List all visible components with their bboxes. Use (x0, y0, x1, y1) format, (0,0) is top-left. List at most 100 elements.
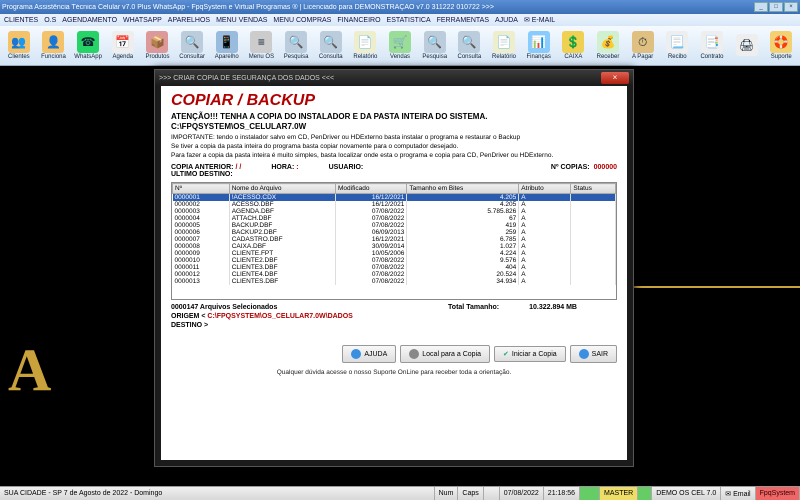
toolbar-button[interactable]: 💲CAIXA (557, 27, 591, 64)
total-size-value: 10.322.894 MB (529, 304, 577, 311)
toolbar-label: Funciona (41, 54, 66, 60)
status-email[interactable]: ✉ Email (721, 487, 755, 500)
maximize-button[interactable]: □ (769, 2, 783, 12)
main-toolbar: 👥Clientes👤Funciona☎WhatsApp📅Agenda📦Produ… (0, 26, 800, 66)
toolbar-button[interactable]: 🔍Pesquisa (418, 27, 452, 64)
file-count: 0000147 Arquivos Selecionados (171, 304, 277, 311)
menu-item[interactable]: O.S (44, 17, 56, 24)
ncopias-value: 000000 (594, 164, 617, 171)
toolbar-button[interactable]: 🖨 (730, 27, 764, 64)
toolbar-button[interactable]: 👥Clientes (2, 27, 36, 64)
minimize-button[interactable]: _ (754, 2, 768, 12)
menu-item[interactable]: FINANCEIRO (337, 17, 380, 24)
toolbar-icon: 👤 (42, 31, 64, 53)
toolbar-label: Contrato (700, 54, 723, 60)
system-path: C:\FPQSYSTEM\OS_CELULAR7.0W (171, 122, 617, 131)
toolbar-button[interactable]: 💰Receber (591, 27, 625, 64)
toolbar-button[interactable]: 📅Agenda (106, 27, 140, 64)
table-row[interactable]: 0000009CLIENTE.FPT10/05/20064.224A (173, 250, 616, 257)
menu-item[interactable]: AJUDA (495, 17, 518, 24)
toolbar-icon: 🖨 (736, 34, 758, 56)
status-time: 21:18:56 (544, 487, 580, 500)
local-copia-button[interactable]: Local para a Copia (400, 345, 490, 363)
toolbar-button[interactable]: 🔍Pesquisa (279, 27, 313, 64)
menu-item[interactable]: ESTATISTICA (387, 17, 431, 24)
destino-label: DESTINO > (171, 322, 208, 329)
toolbar-label: Relatório (492, 54, 516, 60)
toolbar-icon: 💲 (562, 31, 584, 53)
menu-item[interactable]: FERRAMENTAS (437, 17, 489, 24)
dialog-close-button[interactable]: × (601, 72, 629, 84)
toolbar-icon: 🔍 (424, 31, 446, 53)
toolbar-button[interactable]: 🛟Suporte (764, 27, 798, 64)
table-row[interactable]: 0000006BACKUP2.DBF06/09/2013259A (173, 229, 616, 236)
toolbar-button[interactable]: 📑Contrato (695, 27, 729, 64)
exit-icon (579, 349, 589, 359)
table-row[interactable]: 0000012CLIENTE4.DBF07/08/202220.524A (173, 271, 616, 278)
toolbar-icon: 📄 (493, 31, 515, 53)
menu-item[interactable]: MENU VENDAS (216, 17, 267, 24)
table-row[interactable]: 0000008CAIXA.DBF30/09/20141.027A (173, 243, 616, 250)
toolbar-label: Finanças (526, 54, 550, 60)
toolbar-icon: 👥 (8, 31, 30, 53)
toolbar-label: Vendas (390, 54, 410, 60)
toolbar-icon: 📑 (701, 31, 723, 53)
toolbar-label: Aparelho (215, 54, 239, 60)
origem-label: ORIGEM < (171, 313, 205, 320)
file-grid[interactable]: NºNome do ArquivoModificadoTamanho em Bi… (171, 182, 617, 300)
toolbar-label: A Pagar (632, 54, 653, 60)
iniciar-copia-button[interactable]: ✔Iniciar a Copia (494, 346, 566, 362)
toolbar-label: Suporte (771, 54, 792, 60)
workspace: A >>> CRIAR COPIA DE SEGURANÇA DOS DADOS… (0, 66, 800, 486)
ajuda-button[interactable]: AJUDA (342, 345, 396, 363)
toolbar-button[interactable]: ⏱A Pagar (626, 27, 660, 64)
toolbar-label: Consultar (179, 54, 205, 60)
toolbar-label: Relatório (353, 54, 377, 60)
table-row[interactable]: 0000004ATTACH.DBF07/08/202267A (173, 215, 616, 222)
close-button[interactable]: × (784, 2, 798, 12)
toolbar-icon: 📅 (112, 31, 134, 53)
table-row[interactable]: 0000011CLIENTE3.DBF07/08/2022404A (173, 264, 616, 271)
toolbar-button[interactable]: 📱Aparelho (210, 27, 244, 64)
table-row[interactable]: 0000013CLIENTES.DBF07/08/202234.934A (173, 278, 616, 285)
backup-dialog: >>> CRIAR COPIA DE SEGURANÇA DOS DADOS <… (154, 69, 634, 467)
toolbar-icon: 🔍 (458, 31, 480, 53)
toolbar-button[interactable]: 📊Finanças (522, 27, 556, 64)
menu-item[interactable]: ✉ E-MAIL (524, 16, 555, 24)
toolbar-button[interactable]: 📄Relatório (349, 27, 383, 64)
table-row[interactable]: 0000010CLIENTE2.DBF07/08/20229.576A (173, 257, 616, 264)
sair-button[interactable]: SAIR (570, 345, 617, 363)
toolbar-button[interactable]: 🔍Consulta (314, 27, 348, 64)
dialog-footnote: Qualquer dúvida acesse o nosso Suporte O… (171, 369, 617, 376)
toolbar-button[interactable]: ≡Menu OS (245, 27, 279, 64)
toolbar-button[interactable]: 🔍Consultar (175, 27, 209, 64)
table-row[interactable]: 0000007CADASTRO.DBF16/12/20216.785A (173, 236, 616, 243)
total-size-label: Total Tamanho: (448, 304, 499, 311)
menu-item[interactable]: MENU COMPRAS (273, 17, 331, 24)
toolbar-button[interactable]: 🔍Consulta (453, 27, 487, 64)
table-row[interactable]: 0000001!ACESSO.CDX16/12/20214.205A (173, 194, 616, 202)
toolbar-button[interactable]: 👤Funciona (37, 27, 71, 64)
table-row[interactable]: 0000005BACKUP.DBF07/08/2022419A (173, 222, 616, 229)
toolbar-button[interactable]: 🛒Vendas (383, 27, 417, 64)
status-caps: Caps (458, 487, 483, 500)
table-row[interactable]: 0000002ACESSO.DBF16/12/20214.205A (173, 201, 616, 208)
menu-item[interactable]: WHATSAPP (123, 17, 162, 24)
background-logo: A (8, 336, 51, 405)
status-num: Num (435, 487, 459, 500)
menu-item[interactable]: CLIENTES (4, 17, 38, 24)
toolbar-button[interactable]: 📦Produtos (141, 27, 175, 64)
status-date: 07/08/2022 (500, 487, 544, 500)
dialog-titlebar: >>> CRIAR COPIA DE SEGURANÇA DOS DADOS <… (155, 70, 633, 86)
menu-item[interactable]: APARELHOS (168, 17, 210, 24)
toolbar-label: Produtos (145, 54, 169, 60)
table-row[interactable]: 0000003AGENDA.DBF07/08/20225.785.826A (173, 208, 616, 215)
toolbar-button[interactable]: 📃Recibo (660, 27, 694, 64)
toolbar-label: CAIXA (564, 54, 582, 60)
menu-item[interactable]: AGENDAMENTO (62, 17, 117, 24)
toolbar-button[interactable]: 📄Relatório (487, 27, 521, 64)
toolbar-label: Pesquisa (422, 54, 447, 60)
toolbar-button[interactable]: ☎WhatsApp (71, 27, 105, 64)
statusbar: SUA CIDADE - SP 7 de Agosto de 2022 - Do… (0, 486, 800, 500)
status-master: MASTER (600, 487, 638, 500)
